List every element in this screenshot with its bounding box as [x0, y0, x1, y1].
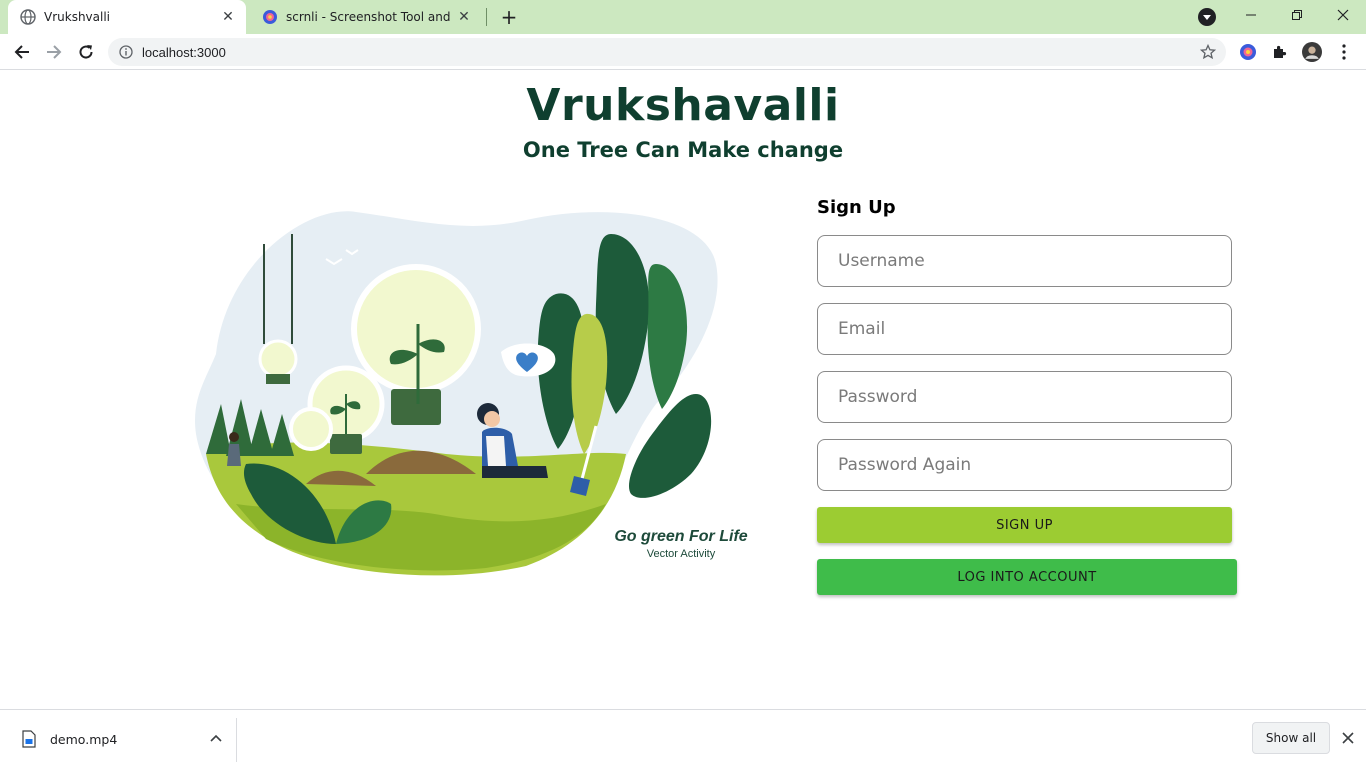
tab-scrnli[interactable]: scrnli - Screenshot Tool and Editor ✕	[250, 0, 482, 34]
tab-separator	[486, 8, 487, 26]
caption-credit: Vector Activity	[646, 548, 716, 560]
login-button[interactable]: LOG INTO ACCOUNT	[817, 559, 1237, 595]
reload-icon[interactable]	[72, 38, 100, 66]
close-tab-icon[interactable]: ✕	[454, 7, 474, 27]
illustration-caption: Go green For Life Vector Activity	[606, 527, 756, 561]
avatar[interactable]	[1302, 42, 1322, 62]
tab-title: scrnli - Screenshot Tool and Editor	[286, 10, 454, 24]
video-file-icon	[22, 730, 36, 748]
info-icon[interactable]	[119, 45, 133, 59]
show-all-button[interactable]: Show all	[1252, 722, 1330, 754]
address-bar[interactable]: localhost:3000	[108, 38, 1226, 66]
bookmark-star-icon[interactable]	[1200, 44, 1216, 60]
download-item[interactable]: demo.mp4	[16, 724, 230, 754]
extensions-puzzle-icon[interactable]	[1270, 42, 1290, 62]
page-title: Vrukshavalli	[526, 80, 840, 131]
email-field[interactable]	[817, 303, 1232, 355]
back-icon[interactable]	[8, 38, 36, 66]
tab-search-icon[interactable]	[1198, 8, 1216, 26]
plus-icon[interactable]: +	[498, 5, 520, 29]
scrnli-extension-icon[interactable]	[1238, 42, 1258, 62]
close-window-icon[interactable]	[1320, 0, 1366, 30]
restore-icon[interactable]	[1274, 0, 1320, 30]
download-bar: demo.mp4 Show all	[0, 709, 1366, 768]
forward-icon[interactable]	[40, 38, 68, 66]
password-again-field[interactable]	[817, 439, 1232, 491]
browser-toolbar: localhost:3000	[0, 34, 1366, 70]
page-content: Vrukshavalli One Tree Can Make change Go…	[0, 70, 1366, 709]
page-subtitle: One Tree Can Make change	[522, 138, 844, 162]
download-file-name: demo.mp4	[50, 731, 118, 747]
username-field[interactable]	[817, 235, 1232, 287]
more-menu-icon[interactable]	[1334, 42, 1354, 62]
download-separator	[236, 718, 237, 762]
minimize-icon[interactable]	[1228, 0, 1274, 30]
password-field[interactable]	[817, 371, 1232, 423]
chevron-up-icon[interactable]	[208, 731, 224, 747]
globe-icon	[20, 9, 36, 25]
signup-button[interactable]: SIGN UP	[817, 507, 1232, 543]
url-text: localhost:3000	[142, 44, 226, 60]
signup-title: Sign Up	[817, 197, 896, 218]
tab-strip: Vrukshvalli ✕ scrnli - Screenshot Tool a…	[0, 0, 1366, 34]
tab-title: Vrukshvalli	[44, 10, 111, 24]
signup-form: Sign Up SIGN UP LOG INTO ACCOUNT	[817, 194, 1237, 595]
close-tab-icon[interactable]: ✕	[218, 7, 238, 27]
scrnli-icon	[263, 10, 277, 24]
close-downloads-icon[interactable]	[1338, 728, 1358, 748]
tab-vrukshvalli[interactable]: Vrukshvalli ✕	[8, 0, 246, 34]
caption-title: Go green For Life	[614, 528, 748, 545]
page-header: Vrukshavalli One Tree Can Make change	[0, 78, 1366, 166]
